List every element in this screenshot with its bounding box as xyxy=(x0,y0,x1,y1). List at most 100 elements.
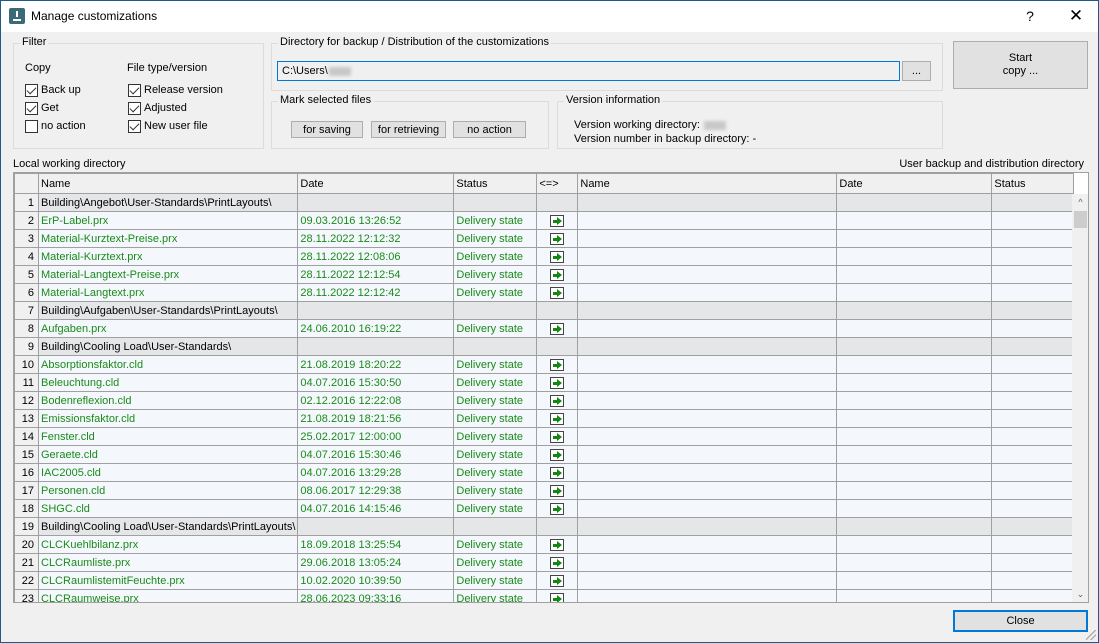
backup-date[interactable] xyxy=(836,571,993,590)
checkbox-box[interactable] xyxy=(128,119,141,133)
local-status[interactable]: Delivery state xyxy=(453,445,538,464)
local-status[interactable]: Delivery state xyxy=(453,229,538,248)
local-date[interactable] xyxy=(297,193,455,212)
direction-cell[interactable] xyxy=(536,409,579,428)
local-date[interactable]: 21.08.2019 18:21:56 xyxy=(297,409,455,428)
column-header-row-number[interactable] xyxy=(14,173,39,194)
local-name[interactable]: Building\Aufgaben\User-Standards\PrintLa… xyxy=(37,301,299,320)
column-header-local-date[interactable]: Date xyxy=(297,173,455,194)
file-row[interactable]: 6 Material-Langtext.prx 28.11.2022 12:12:4… xyxy=(14,283,1075,302)
local-name[interactable]: Personen.cld xyxy=(37,481,299,500)
backup-name[interactable] xyxy=(577,283,838,302)
backup-name[interactable] xyxy=(577,373,838,392)
local-status[interactable] xyxy=(453,193,538,212)
scroll-up-icon[interactable]: ^ xyxy=(1072,194,1088,211)
backup-date[interactable] xyxy=(836,373,993,392)
row-number[interactable]: 23 xyxy=(14,589,39,602)
backup-date[interactable] xyxy=(836,499,993,518)
backup-status[interactable] xyxy=(991,301,1075,320)
direction-cell[interactable] xyxy=(536,517,579,536)
direction-cell[interactable] xyxy=(536,553,579,572)
checkbox-box[interactable] xyxy=(25,101,38,115)
copy-right-arrow-icon[interactable] xyxy=(550,376,565,389)
backup-name[interactable] xyxy=(577,589,838,602)
backup-name[interactable] xyxy=(577,499,838,518)
copy-right-arrow-icon[interactable] xyxy=(550,232,565,245)
file-row[interactable]: 21 CLCRaumliste.prx 29.06.2018 13:05:24 Del… xyxy=(14,553,1075,572)
backup-date[interactable] xyxy=(836,355,993,374)
direction-cell[interactable] xyxy=(536,481,579,500)
copy-right-arrow-icon[interactable] xyxy=(550,574,565,587)
file-row[interactable]: 14 Fenster.cld 25.02.2017 12:00:00 Delivery… xyxy=(14,427,1075,446)
local-date[interactable]: 02.12.2016 12:22:08 xyxy=(297,391,455,410)
local-status[interactable] xyxy=(453,337,538,356)
local-name[interactable]: Emissionsfaktor.cld xyxy=(37,409,299,428)
row-number[interactable]: 12 xyxy=(14,391,39,410)
local-name[interactable]: Building\Cooling Load\User-Standards\ xyxy=(37,337,299,356)
backup-name[interactable] xyxy=(577,463,838,482)
backup-name[interactable] xyxy=(577,337,838,356)
customizations-grid[interactable]: Name Date Status <=> Name Date Status 1B… xyxy=(13,172,1089,603)
local-name[interactable]: SHGC.cld xyxy=(37,499,299,518)
backup-date[interactable] xyxy=(836,265,993,284)
file-row[interactable]: 4 Material-Kurztext.prx 28.11.2022 12:08:0… xyxy=(14,247,1075,266)
backup-status[interactable] xyxy=(991,589,1075,602)
direction-cell[interactable] xyxy=(536,247,579,266)
direction-cell[interactable] xyxy=(536,571,579,590)
row-number[interactable]: 13 xyxy=(14,409,39,428)
backup-name[interactable] xyxy=(577,229,838,248)
local-date[interactable]: 10.02.2020 10:39:50 xyxy=(297,571,455,590)
local-name[interactable]: Beleuchtung.cld xyxy=(37,373,299,392)
checkbox-new-user-file[interactable]: New user file xyxy=(128,118,208,134)
backup-name[interactable] xyxy=(577,247,838,266)
backup-date[interactable] xyxy=(836,409,993,428)
local-name[interactable]: IAC2005.cld xyxy=(37,463,299,482)
local-date[interactable]: 24.06.2010 16:19:22 xyxy=(297,319,455,338)
file-row[interactable]: 10 Absorptionsfaktor.cld 21.08.2019 18:20:… xyxy=(14,355,1075,374)
direction-cell[interactable] xyxy=(536,589,579,602)
local-name[interactable]: Absorptionsfaktor.cld xyxy=(37,355,299,374)
local-date[interactable]: 18.09.2018 13:25:54 xyxy=(297,535,455,554)
row-number[interactable]: 2 xyxy=(14,211,39,230)
local-status[interactable]: Delivery state xyxy=(453,427,538,446)
row-number[interactable]: 6 xyxy=(14,283,39,302)
copy-right-arrow-icon[interactable] xyxy=(550,394,565,407)
column-header-local-status[interactable]: Status xyxy=(453,173,538,194)
direction-cell[interactable] xyxy=(536,283,579,302)
backup-date[interactable] xyxy=(836,463,993,482)
local-date[interactable]: 28.11.2022 12:12:54 xyxy=(297,265,455,284)
column-header-local-name[interactable]: Name xyxy=(37,173,299,194)
backup-date[interactable] xyxy=(836,391,993,410)
backup-date[interactable] xyxy=(836,337,993,356)
row-number[interactable]: 21 xyxy=(14,553,39,572)
row-number[interactable]: 14 xyxy=(14,427,39,446)
row-number[interactable]: 20 xyxy=(14,535,39,554)
local-status[interactable]: Delivery state xyxy=(453,355,538,374)
backup-status[interactable] xyxy=(991,409,1075,428)
local-date[interactable]: 28.11.2022 12:12:32 xyxy=(297,229,455,248)
file-row[interactable]: 22 CLCRaumlistemitFeuchte.prx 10.02.2020 1… xyxy=(14,571,1075,590)
directory-row[interactable]: 1 Building\Angebot\User-Standards\PrintLa… xyxy=(14,193,1075,212)
backup-name[interactable] xyxy=(577,517,838,536)
row-number[interactable]: 10 xyxy=(14,355,39,374)
file-row[interactable]: 12 Bodenreflexion.cld 02.12.2016 12:22:08 D… xyxy=(14,391,1075,410)
copy-right-arrow-icon[interactable] xyxy=(550,448,565,461)
row-number[interactable]: 3 xyxy=(14,229,39,248)
local-date[interactable] xyxy=(297,517,455,536)
local-date[interactable]: 28.11.2022 12:08:06 xyxy=(297,247,455,266)
local-date[interactable]: 25.02.2017 12:00:00 xyxy=(297,427,455,446)
local-status[interactable]: Delivery state xyxy=(453,319,538,338)
column-header-direction[interactable]: <=> xyxy=(536,173,579,194)
checkbox-no-action[interactable]: no action xyxy=(25,118,86,134)
file-row[interactable]: 16 IAC2005.cld 04.07.2016 13:29:28 Delivery… xyxy=(14,463,1075,482)
local-date[interactable] xyxy=(297,301,455,320)
backup-name[interactable] xyxy=(577,571,838,590)
direction-cell[interactable] xyxy=(536,373,579,392)
local-date[interactable]: 08.06.2017 12:29:38 xyxy=(297,481,455,500)
local-name[interactable]: CLCKuehlbilanz.prx xyxy=(37,535,299,554)
backup-date[interactable] xyxy=(836,247,993,266)
local-name[interactable]: Material-Kurztext-Preise.prx xyxy=(37,229,299,248)
copy-right-arrow-icon[interactable] xyxy=(550,214,565,227)
backup-name[interactable] xyxy=(577,193,838,212)
direction-cell[interactable] xyxy=(536,391,579,410)
